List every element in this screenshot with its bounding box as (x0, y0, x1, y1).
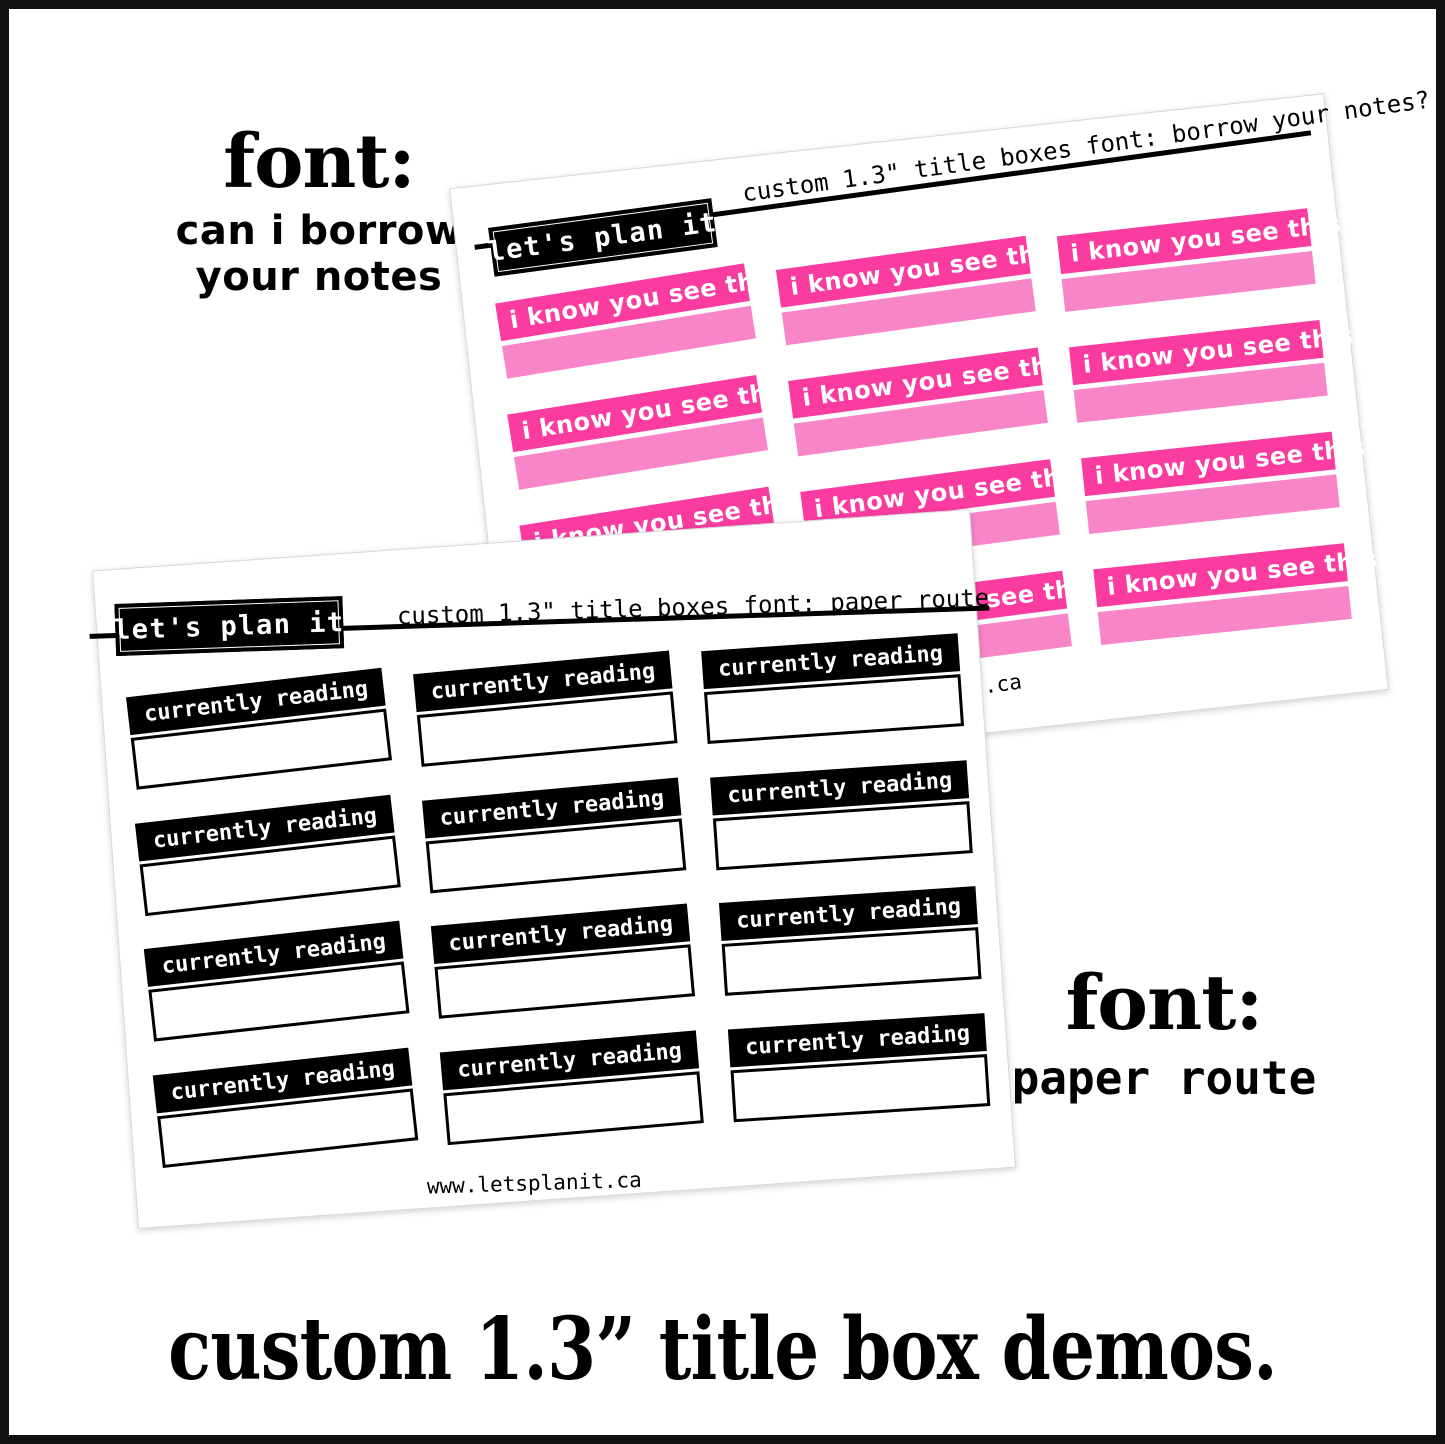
right-font-caption: font: paper route (969, 958, 1359, 1105)
sticker-card: currently reading (435, 1025, 709, 1149)
sticker-cell[interactable]: i know you see this (1088, 538, 1379, 650)
sticker-title-text: currently reading (717, 640, 944, 682)
sticker-cell[interactable]: i know you see this (1052, 203, 1343, 317)
sticker-card: currently reading (148, 1042, 423, 1172)
sticker-cell[interactable]: currently reading (714, 881, 986, 1000)
left-font-value-line2: your notes (195, 254, 443, 300)
bw-sticker-grid: currently reading currently reading curren… (121, 629, 995, 1172)
sticker-card: currently reading (696, 629, 969, 748)
left-font-value-line1: can i borrow (175, 208, 463, 254)
pink-sheet-logo-text: let's plan it (486, 206, 720, 269)
sticker-card: i know you see this (1052, 203, 1343, 317)
sticker-cell[interactable]: currently reading (696, 629, 969, 748)
sticker-cell[interactable]: currently reading (435, 1025, 709, 1149)
sticker-card: currently reading (417, 772, 692, 897)
sticker-card: currently reading (705, 755, 977, 874)
paper-route-sticker-sheet: let's plan it custom 1.3" title boxes fo… (89, 509, 1016, 1229)
sticker-cell[interactable]: currently reading (723, 1008, 995, 1126)
sticker-card: currently reading (130, 789, 406, 920)
sticker-cell[interactable]: i know you see this (1076, 427, 1367, 539)
sticker-cell[interactable]: i know you see this (502, 370, 793, 495)
bottom-headline: custom 1.3” title box demos. (168, 1299, 1278, 1400)
sticker-cell[interactable]: i know you see this (490, 258, 781, 384)
pink-sheet-header-text: custom 1.3" title boxes font: borrow you… (740, 85, 1432, 208)
sticker-card: currently reading (121, 663, 397, 794)
sticker-card: currently reading (139, 916, 415, 1046)
sticker-cell[interactable]: i know you see this (1064, 315, 1355, 428)
right-font-value: paper route (1011, 1051, 1317, 1105)
sticker-card: currently reading (426, 899, 700, 1023)
sticker-card: i know you see this (1064, 315, 1355, 428)
sticker-cell[interactable]: i know you see this (783, 342, 1074, 461)
sticker-title-text: currently reading (743, 1020, 971, 1060)
sticker-cell[interactable]: currently reading (130, 789, 406, 920)
bw-sheet-logo-badge: let's plan it (113, 596, 346, 657)
sticker-card: i know you see this (490, 258, 781, 384)
sticker-cell[interactable]: currently reading (426, 899, 700, 1023)
sticker-card: currently reading (714, 881, 986, 1000)
bw-sheet-footer-url: www.letsplanit.ca (426, 1167, 643, 1199)
sticker-card: i know you see this (771, 231, 1062, 350)
sticker-card: i know you see this (1088, 538, 1379, 650)
sticker-cell[interactable]: currently reading (409, 646, 683, 771)
sticker-cell[interactable]: currently reading (417, 772, 692, 897)
left-font-label: font: (223, 119, 416, 205)
sticker-card: currently reading (723, 1008, 995, 1126)
bw-sheet-header-text: custom 1.3" title boxes font: paper rout… (396, 583, 990, 631)
pink-sheet-logo-badge: let's plan it (486, 198, 720, 277)
sticker-title-text: currently reading (726, 767, 953, 808)
sticker-card: i know you see this (502, 370, 793, 495)
sticker-card: i know you see this (1076, 427, 1367, 539)
sticker-title-text: currently reading (735, 893, 962, 934)
sticker-cell[interactable]: i know you see this (771, 231, 1062, 350)
sticker-cell[interactable]: currently reading (705, 755, 977, 874)
sticker-cell[interactable]: currently reading (121, 663, 397, 794)
left-font-value: can i borrow your notes (139, 208, 499, 300)
image-frame: font: can i borrow your notes let's plan… (9, 9, 1436, 1435)
sticker-card: i know you see this (783, 342, 1074, 461)
left-font-caption: font: can i borrow your notes (139, 124, 499, 300)
sticker-cell[interactable]: currently reading (139, 916, 415, 1046)
bw-sheet-logo-text: let's plan it (113, 606, 346, 646)
sticker-cell[interactable]: currently reading (148, 1042, 423, 1172)
right-font-label: font: (1065, 958, 1264, 1047)
sticker-card: currently reading (409, 646, 683, 771)
